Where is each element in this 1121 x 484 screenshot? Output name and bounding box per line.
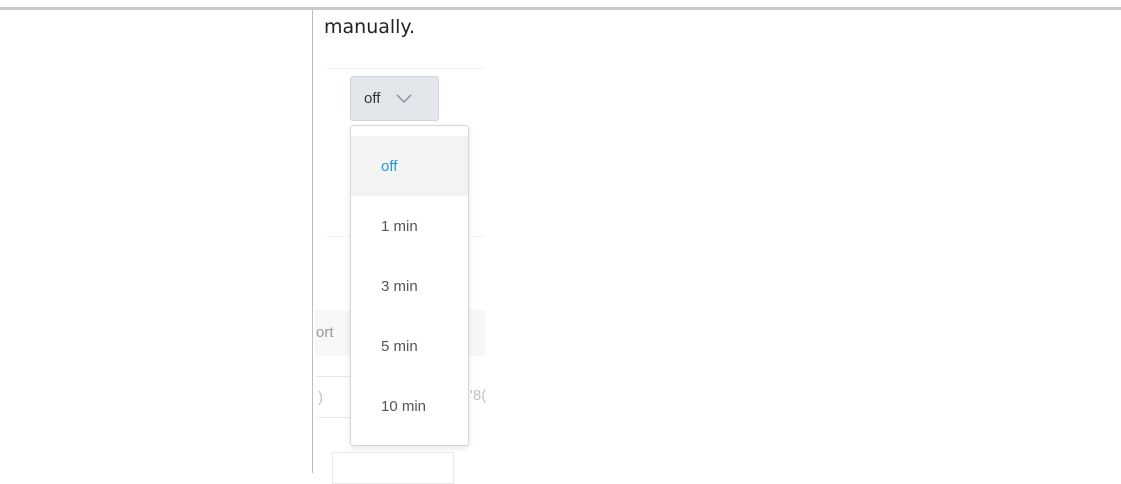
dropdown-option-5-min[interactable]: 5 min — [351, 316, 468, 376]
select-value: off — [364, 90, 381, 107]
top-divider — [0, 7, 1121, 10]
timeout-select[interactable]: off — [350, 76, 439, 121]
description-text: manually. — [324, 16, 416, 38]
dropdown-option-1-min[interactable]: 1 min — [351, 196, 468, 256]
background-input-fragment: ) — [318, 389, 323, 406]
dropdown-option-off[interactable]: off — [351, 136, 468, 196]
row-divider — [326, 68, 484, 69]
chevron-down-icon — [396, 94, 412, 103]
background-value-fragment: '8( — [470, 387, 487, 404]
column-divider — [312, 10, 313, 473]
timeout-dropdown-menu: off 1 min 3 min 5 min 10 min — [350, 125, 469, 446]
background-label-fragment: ort — [316, 324, 334, 341]
dropdown-option-3-min[interactable]: 3 min — [351, 256, 468, 316]
background-input-field — [332, 452, 454, 484]
dropdown-option-10-min[interactable]: 10 min — [351, 376, 468, 436]
